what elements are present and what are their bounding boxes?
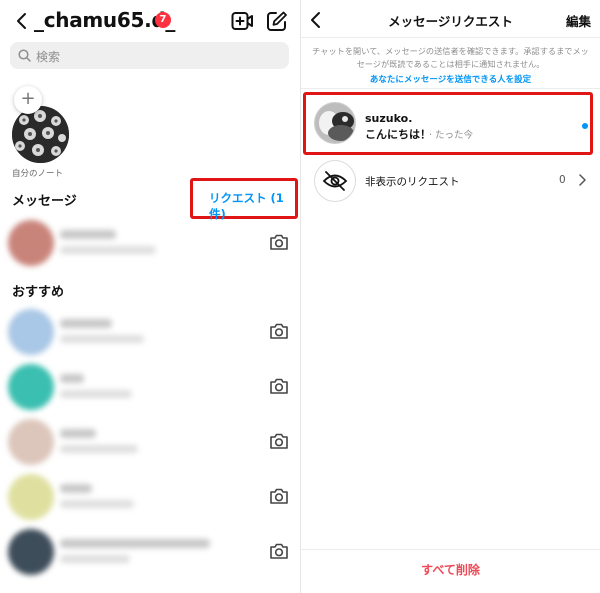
request-timestamp: · たった今 [429, 130, 474, 141]
flower-photo [12, 106, 69, 163]
unread-indicator [582, 123, 588, 129]
back-chevron-icon[interactable] [12, 11, 32, 31]
camera-icon[interactable] [269, 233, 289, 251]
search-placeholder: 検索 [36, 50, 61, 64]
requests-info-text: チャットを開いて、メッセージの送信者を確認できます。承認するまでメッセージが既読… [312, 46, 589, 69]
header-divider [301, 37, 600, 38]
request-avatar-photo [315, 103, 355, 143]
message-settings-link[interactable]: あなたにメッセージを送信できる人を設定 [301, 73, 600, 85]
inbox-header: _chamu65.d_ 7 [0, 0, 300, 42]
inbox-panel: _chamu65.d_ 7 検索 + 自分のノート メッセージ リクエスト (1… [0, 0, 300, 593]
blurred-avatar [8, 220, 54, 266]
chevron-right-icon [579, 174, 586, 186]
recommended-row[interactable] [0, 417, 300, 469]
camera-icon[interactable] [269, 432, 289, 450]
hidden-requests-row[interactable]: 非表示のリクエスト 0 [301, 157, 600, 203]
request-sender-name: suzuko. [365, 112, 413, 125]
blurred-username [60, 429, 96, 438]
camera-icon[interactable] [269, 542, 289, 560]
blurred-message [60, 335, 144, 343]
hidden-requests-label: 非表示のリクエスト [365, 176, 460, 188]
blurred-avatar [8, 309, 54, 355]
conversation-row[interactable] [0, 218, 300, 270]
blurred-avatar [8, 364, 54, 410]
add-note-button[interactable]: + [14, 86, 42, 114]
blurred-username [60, 374, 84, 383]
recommended-heading: おすすめ [12, 285, 65, 300]
blurred-username [60, 484, 92, 493]
footer-divider [301, 549, 600, 550]
recommended-row[interactable] [0, 307, 300, 359]
hidden-requests-count: 0 [559, 174, 566, 186]
my-note-label: 自分のノート [12, 169, 64, 179]
compose-icon[interactable] [266, 10, 288, 32]
page-title: メッセージリクエスト [388, 14, 513, 29]
my-note-avatar[interactable] [12, 106, 69, 163]
account-username[interactable]: _chamu65.d_ [34, 8, 175, 32]
blurred-message [60, 390, 132, 398]
camera-icon[interactable] [269, 322, 289, 340]
blurred-message [60, 555, 130, 563]
message-requests-panel: メッセージリクエスト 編集 チャットを開いて、メッセージの送信者を確認できます。… [301, 0, 600, 593]
hidden-requests-icon-circle [314, 160, 356, 202]
recommended-row[interactable] [0, 472, 300, 524]
recommended-row[interactable] [0, 362, 300, 414]
blurred-avatar [8, 474, 54, 520]
request-message-preview: こんにちは！ [365, 128, 431, 141]
blurred-username [60, 319, 112, 328]
delete-all-button[interactable]: すべて削除 [301, 561, 600, 578]
video-plus-icon[interactable] [231, 11, 253, 31]
camera-icon[interactable] [269, 487, 289, 505]
edit-button[interactable]: 編集 [566, 11, 591, 30]
notification-badge: 7 [155, 12, 171, 28]
blurred-username [60, 230, 116, 239]
request-avatar[interactable] [314, 102, 356, 144]
blurred-avatar [8, 529, 54, 575]
info-divider [301, 88, 600, 89]
blurred-message [60, 246, 156, 254]
blurred-message [60, 445, 138, 453]
blurred-message [60, 500, 134, 508]
eye-off-icon [322, 171, 348, 191]
blurred-avatar [8, 419, 54, 465]
search-bar[interactable]: 検索 [10, 42, 289, 69]
blurred-username [60, 539, 210, 548]
search-icon [18, 49, 31, 62]
recommended-row[interactable] [0, 527, 300, 579]
messages-heading: メッセージ [12, 194, 77, 209]
camera-icon[interactable] [269, 377, 289, 395]
